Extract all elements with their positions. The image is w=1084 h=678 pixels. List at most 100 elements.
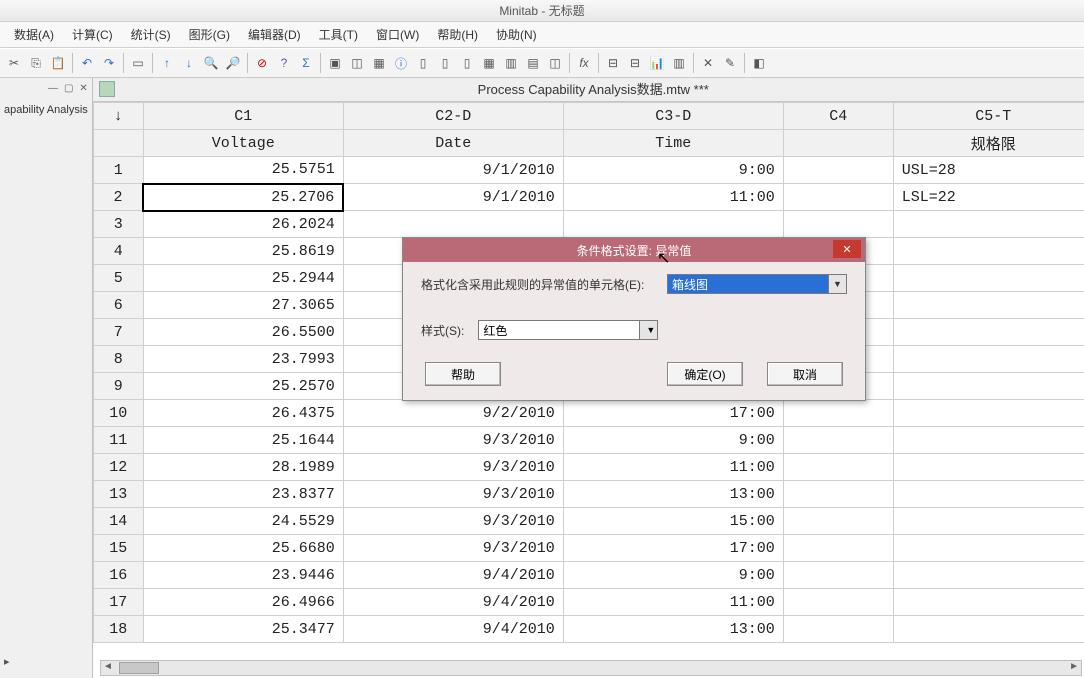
cell[interactable]: 9/4/2010 (343, 589, 563, 616)
cell[interactable] (783, 157, 893, 184)
cell[interactable]: 11:00 (563, 184, 783, 211)
cell[interactable] (343, 211, 563, 238)
minimize-icon[interactable]: — (48, 83, 58, 94)
paste-icon[interactable]: 📋 (48, 53, 68, 73)
zoom-icon[interactable]: 🔎 (223, 53, 243, 73)
cell[interactable]: 24.5529 (143, 508, 343, 535)
col-header-c3[interactable]: C3-D (563, 103, 783, 130)
cell[interactable]: 26.5500 (143, 319, 343, 346)
cell[interactable] (783, 481, 893, 508)
row-header[interactable]: 3 (93, 211, 143, 238)
cell[interactable] (893, 265, 1084, 292)
cell[interactable]: 25.6680 (143, 535, 343, 562)
cell[interactable]: 25.2706 (143, 184, 343, 211)
row-header[interactable]: 8 (93, 346, 143, 373)
undo-icon[interactable]: ↶ (77, 53, 97, 73)
dialog-close-button[interactable]: ✕ (833, 240, 861, 258)
cell[interactable] (893, 238, 1084, 265)
cell[interactable] (893, 292, 1084, 319)
cell[interactable] (783, 508, 893, 535)
cell[interactable] (563, 211, 783, 238)
cell[interactable]: LSL=22 (893, 184, 1084, 211)
cut-icon[interactable]: ✂ (4, 53, 24, 73)
cell[interactable] (783, 535, 893, 562)
bars-icon[interactable]: ▥ (669, 53, 689, 73)
cell[interactable]: 28.1989 (143, 454, 343, 481)
cell[interactable]: 23.8377 (143, 481, 343, 508)
cell[interactable]: 23.9446 (143, 562, 343, 589)
cell[interactable]: 25.1644 (143, 427, 343, 454)
cell[interactable]: 11:00 (563, 589, 783, 616)
cancel-button[interactable]: 取消 (767, 362, 843, 386)
doc2-icon[interactable]: ▯ (435, 53, 455, 73)
col-name-c5[interactable]: 规格限 (893, 130, 1084, 157)
row-header[interactable]: 13 (93, 481, 143, 508)
cell[interactable] (783, 400, 893, 427)
tree2-icon[interactable]: ⊟ (625, 53, 645, 73)
col-header-c1[interactable]: C1 (143, 103, 343, 130)
menu-data[interactable]: 数据(A) (14, 26, 54, 43)
cell[interactable]: 25.8619 (143, 238, 343, 265)
compass-icon[interactable]: ✕ (698, 53, 718, 73)
cell[interactable]: 26.2024 (143, 211, 343, 238)
row-header[interactable]: 7 (93, 319, 143, 346)
cell[interactable]: 15:00 (563, 508, 783, 535)
cell[interactable]: 13:00 (563, 481, 783, 508)
menu-editor[interactable]: 编辑器(D) (248, 26, 301, 43)
redo-icon[interactable]: ↷ (99, 53, 119, 73)
chevron-down-icon[interactable]: ▼ (828, 275, 846, 293)
cell[interactable] (893, 211, 1084, 238)
cell[interactable]: 9/3/2010 (343, 427, 563, 454)
col-header-c2[interactable]: C2-D (343, 103, 563, 130)
arrow-down-icon[interactable]: ↓ (179, 53, 199, 73)
doc3-icon[interactable]: ▯ (457, 53, 477, 73)
chart-icon[interactable]: 📊 (647, 53, 667, 73)
col-name-c2[interactable]: Date (343, 130, 563, 157)
info-icon[interactable]: Σ (296, 53, 316, 73)
row-header[interactable]: 16 (93, 562, 143, 589)
ok-button[interactable]: 确定(O) (667, 362, 743, 386)
expand-arrow-icon[interactable]: ▸ (4, 655, 10, 668)
cell[interactable] (893, 562, 1084, 589)
cell[interactable]: 9/3/2010 (343, 454, 563, 481)
row-header[interactable]: 12 (93, 454, 143, 481)
row-header[interactable]: 2 (93, 184, 143, 211)
cell[interactable]: 17:00 (563, 535, 783, 562)
col-name-c4[interactable] (783, 130, 893, 157)
cell[interactable]: 23.7993 (143, 346, 343, 373)
cell[interactable] (783, 589, 893, 616)
left-close-icon[interactable]: ✕ (79, 83, 87, 94)
col-header-c5[interactable]: C5-T (893, 103, 1084, 130)
row-header[interactable]: 5 (93, 265, 143, 292)
cell[interactable] (893, 589, 1084, 616)
cell[interactable] (893, 616, 1084, 643)
cell[interactable]: 25.2570 (143, 373, 343, 400)
cell[interactable] (893, 319, 1084, 346)
arrow-up-icon[interactable]: ↑ (157, 53, 177, 73)
new-icon[interactable]: ▭ (128, 53, 148, 73)
row-header[interactable]: 15 (93, 535, 143, 562)
cell[interactable]: 9/4/2010 (343, 562, 563, 589)
forbidden-icon[interactable]: ⊘ (252, 53, 272, 73)
cell[interactable] (783, 562, 893, 589)
cell[interactable]: 9:00 (563, 427, 783, 454)
col-name-c1[interactable]: Voltage (143, 130, 343, 157)
menu-help[interactable]: 帮助(H) (437, 26, 478, 43)
eraser-icon[interactable]: ◧ (749, 53, 769, 73)
menu-tools[interactable]: 工具(T) (319, 26, 358, 43)
restore-icon[interactable]: ▢ (64, 83, 73, 94)
cell[interactable]: 11:00 (563, 454, 783, 481)
horizontal-scrollbar[interactable] (100, 660, 1082, 676)
cell[interactable]: 9/4/2010 (343, 616, 563, 643)
row-header[interactable]: 11 (93, 427, 143, 454)
row-header[interactable]: 9 (93, 373, 143, 400)
wand-icon[interactable]: ✎ (720, 53, 740, 73)
doc1-icon[interactable]: ▯ (413, 53, 433, 73)
cell[interactable] (893, 373, 1084, 400)
cell[interactable]: 9/3/2010 (343, 481, 563, 508)
find-icon[interactable]: 🔍 (201, 53, 221, 73)
cell[interactable] (893, 427, 1084, 454)
help-button[interactable]: 帮助 (425, 362, 501, 386)
menu-window[interactable]: 窗口(W) (376, 26, 419, 43)
style-combobox[interactable]: 红色 ▼ (478, 320, 658, 340)
